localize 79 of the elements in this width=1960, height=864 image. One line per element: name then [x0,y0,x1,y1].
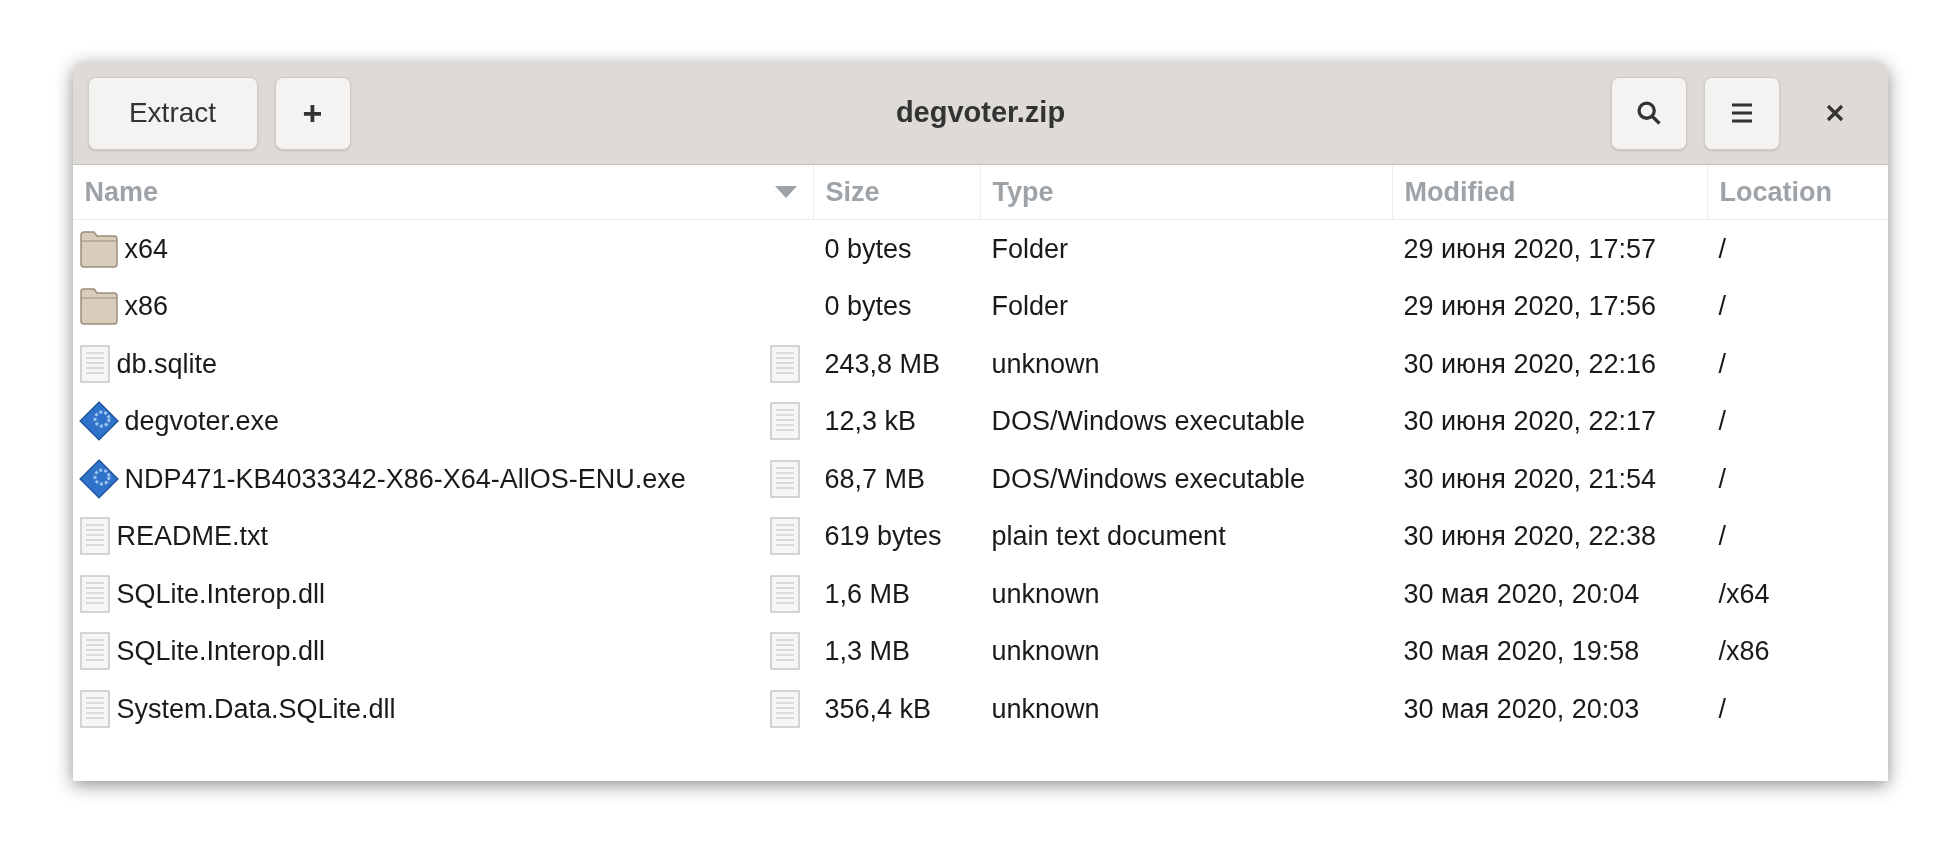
modified-cell: 30 мая 2020, 20:04 [1403,578,1640,609]
window-title: degvoter.zip [895,95,1066,131]
type-cell: Folder [991,233,1069,264]
type-cell: unknown [991,348,1100,379]
size-cell: 12,3 kB [824,406,917,436]
document-icon [78,688,111,729]
file-row[interactable]: degvoter.exe 12,3 kB DOS/Windows executable 30 июня 2020, 22:17 / [72,392,1888,450]
document-icon [78,631,111,672]
search-icon [1634,99,1663,127]
modified-cell: 30 июня 2020, 22:17 [1403,406,1657,436]
file-row[interactable]: db.sqlite 243,8 MB unknown 30 июня 2020, 22:16 / [72,335,1888,393]
add-button[interactable]: + [274,76,351,150]
file-name: SQLite.Interop.dll [116,577,327,611]
size-cell: 356,4 kB [824,693,932,724]
sort-arrow-icon [774,186,797,198]
modified-cell: 29 июня 2020, 17:57 [1403,233,1657,264]
file-name: System.Data.SQLite.dll [116,692,397,726]
document-icon [78,573,111,614]
file-row[interactable]: x64 0 bytes Folder 29 июня 2020, 17:57 / [72,220,1888,278]
type-cell: unknown [991,693,1100,724]
file-name: degvoter.exe [124,405,281,438]
file-name: db.sqlite [116,347,219,381]
menu-icon [1729,102,1754,124]
modified-cell: 29 июня 2020, 17:56 [1403,291,1657,321]
folder-icon [78,286,119,327]
gear-diamond-icon [78,458,119,499]
file-row[interactable]: README.txt 619 bytes plain text document 30 июня 2020, 22:38 / [72,507,1888,565]
size-cell: 243,8 MB [824,348,941,379]
modified-cell: 30 мая 2020, 19:58 [1403,636,1640,666]
document-icon [768,458,801,499]
location-cell: / [1718,291,1726,321]
file-name: x86 [124,290,170,323]
size-cell: 619 bytes [824,521,942,551]
folder-icon [78,228,119,269]
type-cell: DOS/Windows executable [991,406,1306,436]
location-cell: / [1718,463,1726,494]
modified-cell: 30 мая 2020, 20:03 [1403,693,1640,724]
size-cell: 0 bytes [824,233,912,264]
document-icon [768,401,801,442]
file-row[interactable]: SQLite.Interop.dll 1,6 MB unknown 30 мая 2020, 20:04 /x64 [72,565,1888,623]
location-cell: / [1718,406,1726,436]
type-cell: unknown [991,578,1100,609]
file-row[interactable]: System.Data.SQLite.dll 356,4 kB unknown 30 мая 2020, 20:03 / [72,680,1888,738]
search-button[interactable] [1610,76,1687,150]
document-icon [78,343,111,384]
menu-button[interactable] [1703,76,1780,150]
gear-diamond-icon [78,401,119,442]
file-row[interactable]: x86 0 bytes Folder 29 июня 2020, 17:56 / [72,277,1888,335]
document-icon [768,343,801,384]
close-icon [1824,103,1845,123]
size-cell: 68,7 MB [824,463,926,494]
type-cell: unknown [991,636,1100,666]
document-icon [768,516,801,557]
document-icon [78,516,111,557]
size-cell: 1,6 MB [824,578,911,609]
modified-cell: 30 июня 2020, 21:54 [1403,463,1657,494]
location-cell: /x64 [1718,578,1770,609]
file-name: README.txt [116,520,270,553]
document-icon [768,573,801,614]
type-cell: Folder [991,291,1069,321]
modified-cell: 30 июня 2020, 22:38 [1403,521,1657,551]
location-cell: /x86 [1718,636,1770,666]
file-row[interactable]: NDP471-KB4033342-X86-X64-AllOS-ENU.exe 68,7 MB DOS/Windows executable 30 июня 2020, 21:54 / [72,450,1888,508]
location-cell: / [1718,693,1726,724]
type-cell: DOS/Windows executable [991,463,1306,494]
document-icon [768,688,801,729]
document-icon [768,631,801,672]
modified-cell: 30 июня 2020, 22:16 [1403,348,1657,379]
location-cell: / [1718,348,1726,379]
file-name: NDP471-KB4033342-X86-X64-AllOS-ENU.exe [124,462,687,496]
size-cell: 0 bytes [824,291,912,321]
location-cell: / [1718,521,1726,551]
location-cell: / [1718,233,1726,264]
type-cell: plain text document [991,521,1226,551]
file-name: x64 [124,232,170,266]
file-name: SQLite.Interop.dll [116,635,327,668]
file-row[interactable]: SQLite.Interop.dll 1,3 MB unknown 30 мая 2020, 19:58 /x86 [72,622,1888,680]
size-cell: 1,3 MB [824,636,911,666]
extract-button[interactable]: Extract [87,76,258,150]
